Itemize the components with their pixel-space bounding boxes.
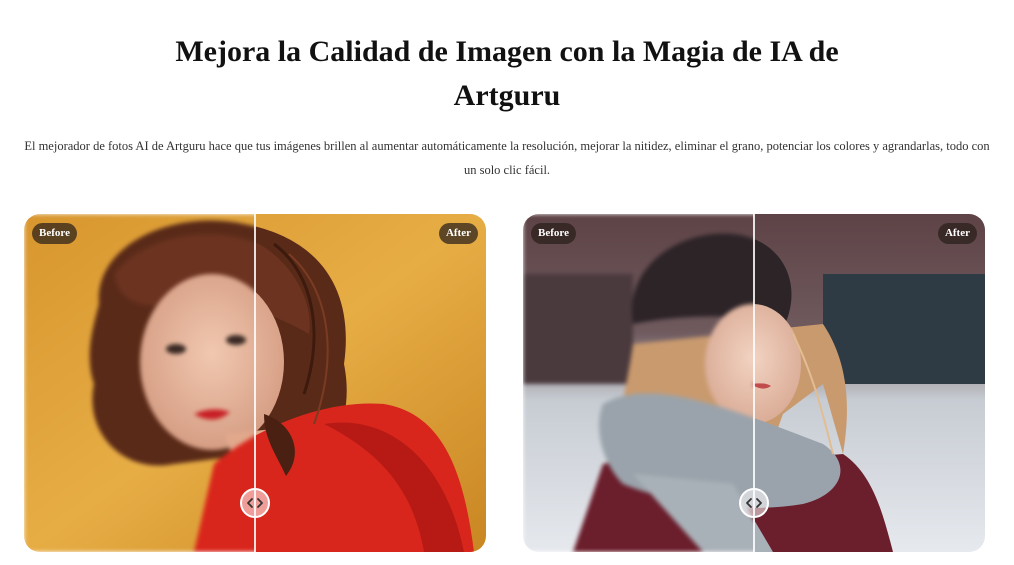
after-image-2: [754, 214, 985, 552]
comparison-slider-handle[interactable]: [240, 488, 270, 518]
before-image-1: [24, 214, 255, 552]
before-image-2: [523, 214, 754, 552]
chevron-left-right-icon: [247, 498, 263, 508]
portrait-winter-beanie-image: [523, 214, 754, 552]
comparison-card-2: Before After: [523, 214, 985, 552]
portrait-curly-hair-image: [24, 214, 255, 552]
page-title: Mejora la Calidad de Imagen con la Magia…: [0, 30, 1014, 118]
after-label: After: [438, 223, 478, 244]
after-label: After: [937, 223, 977, 244]
before-label: Before: [531, 223, 576, 244]
comparison-card-1: Before After: [24, 214, 486, 552]
page-description: El mejorador de fotos AI de Artguru hace…: [24, 139, 990, 177]
after-image-1: [255, 214, 486, 552]
portrait-winter-beanie-image-enhanced: [754, 214, 985, 552]
before-label: Before: [32, 223, 77, 244]
comparison-slider-handle[interactable]: [739, 488, 769, 518]
title-line-2: Artguru: [453, 79, 561, 112]
portrait-curly-hair-image-enhanced: [255, 214, 486, 552]
title-line-1: Mejora la Calidad de Imagen con la Magia…: [175, 35, 839, 68]
chevron-left-right-icon: [746, 498, 762, 508]
